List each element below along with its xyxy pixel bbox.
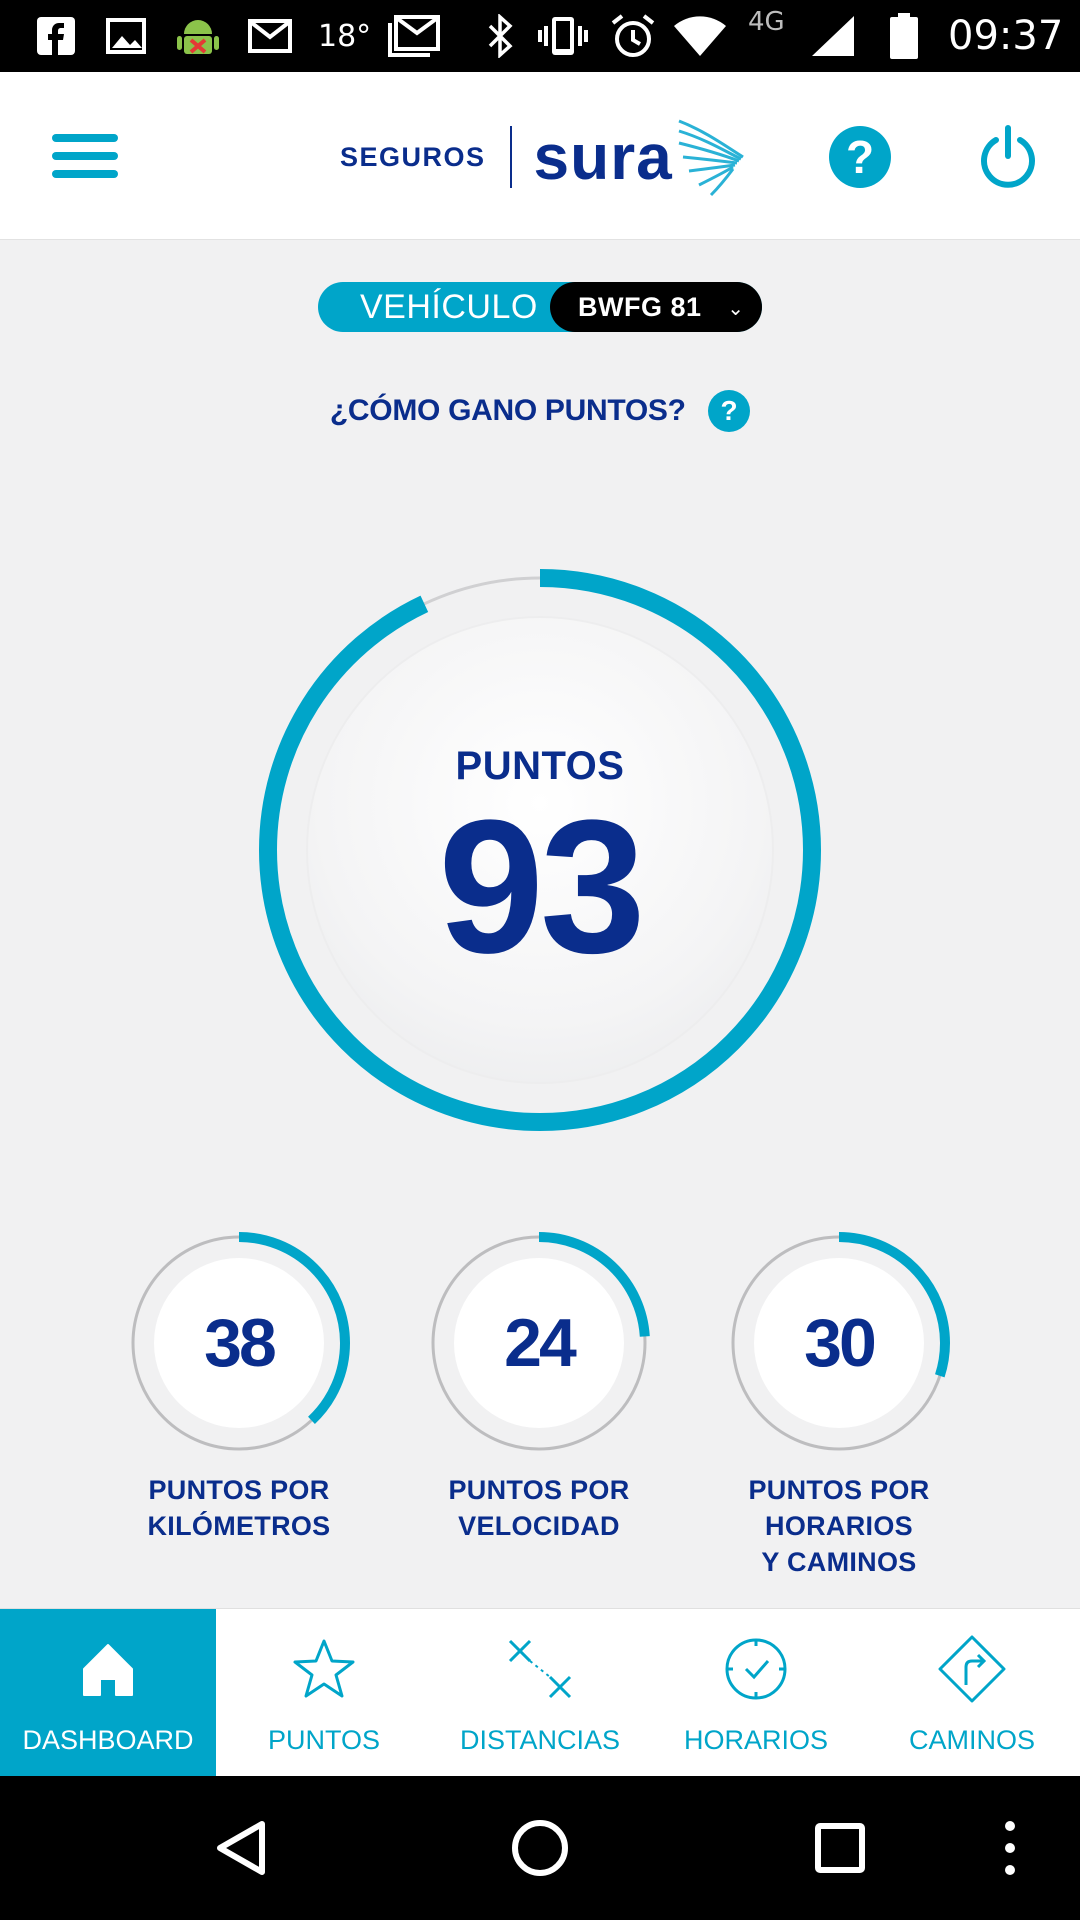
- distance-icon: [508, 1639, 572, 1699]
- score-kilometros[interactable]: 38 PUNTOS POR KILÓMETROS: [109, 1228, 369, 1544]
- recents-button[interactable]: [808, 1816, 872, 1880]
- vehicle-dropdown[interactable]: BWFG 81 ⌄: [550, 282, 762, 332]
- gmail-icon: [388, 0, 440, 72]
- facebook-icon: [36, 0, 76, 72]
- brand-seguros: SEGUROS: [340, 141, 486, 172]
- vibrate-icon: [536, 0, 590, 72]
- main-score-value: 93: [438, 781, 645, 993]
- app-header: SEGUROS sura ?: [0, 72, 1080, 240]
- sura-wing-icon: [678, 119, 744, 197]
- menu-button[interactable]: [52, 134, 118, 180]
- nav-distancias[interactable]: DISTANCIAS: [432, 1609, 648, 1777]
- caption-line: PUNTOS POR: [748, 1475, 930, 1505]
- score-velocidad[interactable]: 24 PUNTOS POR VELOCIDAD: [409, 1228, 669, 1544]
- temperature: 18°: [318, 18, 372, 54]
- gallery-icon: [106, 0, 146, 72]
- system-nav-bar: [0, 1776, 1080, 1920]
- sub-score-value: 30: [804, 1305, 877, 1381]
- home-button[interactable]: [508, 1816, 572, 1880]
- caption-line: Y CAMINOS: [761, 1547, 917, 1577]
- recents-icon: [815, 1823, 865, 1873]
- nav-label: DISTANCIAS: [459, 1725, 621, 1755]
- logout-button[interactable]: [978, 124, 1038, 190]
- signal-icon: [810, 0, 856, 72]
- home-icon: [83, 1644, 133, 1696]
- vehicle-label: VEHÍCULO: [360, 288, 538, 326]
- power-icon: [981, 125, 1035, 188]
- caption-line: PUNTOS POR: [448, 1475, 630, 1505]
- caption-line: HORARIOS: [765, 1511, 913, 1541]
- sub-score-caption: PUNTOS POR KILÓMETROS: [109, 1472, 369, 1544]
- help-button[interactable]: ?: [829, 126, 891, 188]
- bluetooth-icon: [486, 0, 514, 72]
- chevron-down-icon: ⌄: [727, 298, 744, 320]
- wifi-icon: [672, 0, 728, 72]
- bottom-nav: DASHBOARD PUNTOS DISTANCIAS HORARIOS CAM…: [0, 1608, 1080, 1777]
- android-debug-icon: [174, 0, 222, 72]
- brand-sura: sura: [533, 121, 673, 193]
- caption-line: KILÓMETROS: [147, 1511, 331, 1541]
- star-icon: [293, 1639, 355, 1698]
- menu-icon-bar: [52, 152, 118, 160]
- status-bar: 18° 4G 09:37: [0, 0, 1080, 72]
- sub-score-value: 24: [504, 1305, 577, 1381]
- clock-icon: [725, 1638, 787, 1700]
- menu-icon-bar: [52, 170, 118, 178]
- score-horarios-caminos[interactable]: 30 PUNTOS POR HORARIOS Y CAMINOS: [709, 1228, 969, 1580]
- vehicle-plate: BWFG 81: [578, 292, 702, 322]
- network-type: 4G: [748, 7, 785, 37]
- back-icon: [217, 1821, 265, 1875]
- sub-score-caption: PUNTOS POR HORARIOS Y CAMINOS: [709, 1472, 969, 1580]
- overflow-button[interactable]: [990, 1816, 1030, 1880]
- nav-horarios[interactable]: HORARIOS: [648, 1609, 864, 1777]
- caption-line: PUNTOS POR: [148, 1475, 330, 1505]
- brand-divider: [509, 126, 512, 188]
- menu-icon: [52, 134, 118, 142]
- nav-label: HORARIOS: [683, 1725, 829, 1755]
- main-score-gauge: PUNTOS 93: [256, 566, 824, 1134]
- how-earn-text: ¿CÓMO GANO PUNTOS?: [329, 394, 686, 427]
- how-earn-points-link[interactable]: ¿CÓMO GANO PUNTOS? ?: [0, 390, 1080, 440]
- help-icon: ?: [708, 390, 751, 432]
- nav-caminos[interactable]: CAMINOS: [864, 1609, 1080, 1777]
- nav-puntos[interactable]: PUNTOS: [216, 1609, 432, 1777]
- route-icon: [938, 1635, 1006, 1703]
- nav-label: DASHBOARD: [22, 1725, 194, 1755]
- home-circle-icon: [512, 1820, 568, 1876]
- back-button[interactable]: [210, 1816, 274, 1880]
- nav-label: PUNTOS: [267, 1725, 381, 1755]
- clock: 09:37: [948, 13, 1064, 59]
- caption-line: VELOCIDAD: [458, 1511, 620, 1541]
- battery-icon: [890, 0, 918, 72]
- gmail-icon: [248, 0, 292, 72]
- more-vertical-icon: [1005, 1821, 1015, 1875]
- vehicle-selector: VEHÍCULO BWFG 81 ⌄: [318, 282, 762, 332]
- nav-label: CAMINOS: [908, 1725, 1035, 1755]
- sub-score-caption: PUNTOS POR VELOCIDAD: [409, 1472, 669, 1544]
- brand-logo: SEGUROS sura: [340, 119, 747, 197]
- alarm-icon: [610, 0, 656, 72]
- nav-dashboard[interactable]: DASHBOARD: [0, 1609, 216, 1777]
- sub-score-value: 38: [204, 1305, 277, 1381]
